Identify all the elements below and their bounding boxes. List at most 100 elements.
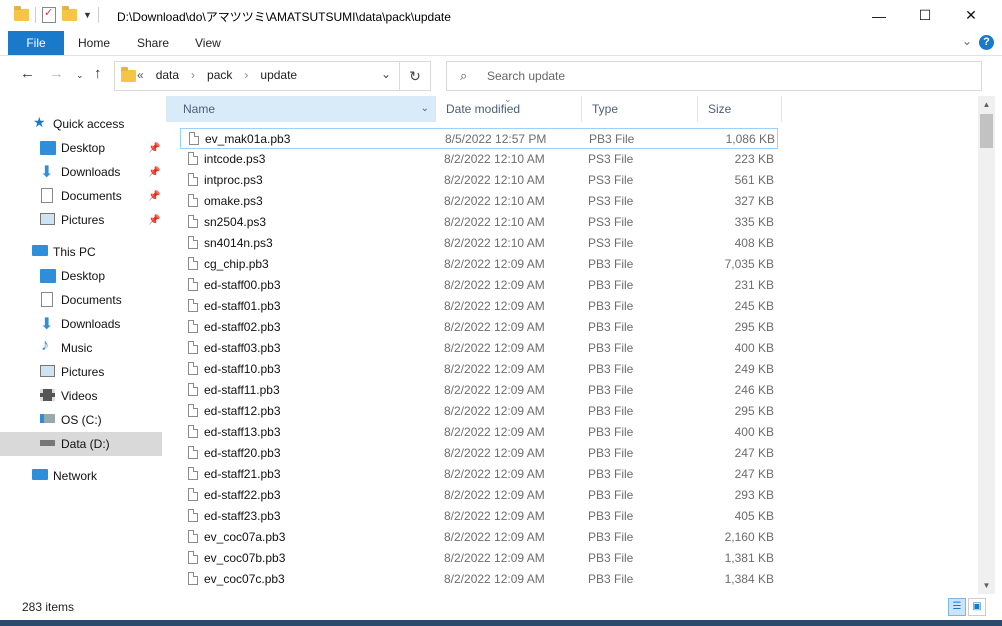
nav-pc-desktop[interactable]: Desktop [0,264,162,288]
file-type: PB3 File [588,278,634,292]
file-type: PB3 File [588,383,634,397]
properties-icon[interactable] [42,6,56,23]
drive-icon [40,414,55,423]
download-icon: ⬇ [40,164,54,181]
file-row[interactable]: ed-staff03.pb3 8/2/2022 12:09 AM PB3 File 4… [180,338,778,359]
forward-icon[interactable]: → [49,65,64,82]
file-type: PS3 File [588,236,634,250]
file-row[interactable]: omake.ps3 8/2/2022 12:10 AM PS3 File 327 KB [180,191,778,212]
breadcrumb-data[interactable]: data [156,68,179,82]
search-input[interactable]: ⌕ Search update [446,61,982,91]
file-row[interactable]: ed-staff13.pb3 8/2/2022 12:09 AM PB3 File 4… [180,422,778,443]
file-size: 245 KB [734,299,774,313]
file-row[interactable]: intcode.ps3 8/2/2022 12:10 AM PS3 File 223 … [180,149,778,170]
chevron-down-icon[interactable]: ⌄ [381,67,391,81]
minimize-button[interactable]: — [856,0,902,31]
nav-quick-downloads[interactable]: ⬇ Downloads 📌 [0,160,162,184]
file-row[interactable]: ev_coc07a.pb3 8/2/2022 12:09 AM PB3 File 2,… [180,527,778,548]
breadcrumb-overflow[interactable]: « [137,68,144,82]
file-row[interactable]: sn4014n.ps3 8/2/2022 12:10 AM PS3 File 408 … [180,233,778,254]
maximize-button[interactable]: ☐ [902,0,948,31]
document-icon [41,188,53,203]
nav-quick-documents[interactable]: Documents 📌 [0,184,162,208]
folder-icon [14,6,29,21]
divider [35,7,36,23]
file-row[interactable]: ed-staff21.pb3 8/2/2022 12:09 AM PB3 File 2… [180,464,778,485]
file-type: PB3 File [588,509,634,523]
nav-pc-videos[interactable]: Videos [0,384,162,408]
chevron-down-icon[interactable]: ⌄ [421,96,429,122]
file-date: 8/2/2022 12:09 AM [444,383,545,397]
nav-pc-os-c[interactable]: OS (C:) [0,408,162,432]
file-icon [188,404,198,417]
nav-pc-downloads[interactable]: ⬇ Downloads [0,312,162,336]
column-header-label: Type [592,102,619,116]
file-date: 8/2/2022 12:09 AM [444,530,545,544]
pin-icon: 📌 [148,190,161,202]
nav-pc-data-d[interactable]: Data (D:) [0,432,162,456]
file-row[interactable]: ed-staff23.pb3 8/2/2022 12:09 AM PB3 File 4… [180,506,778,527]
nav-label: Downloads [61,165,121,179]
details-view-button[interactable]: ☰ [948,598,966,616]
scroll-down-icon[interactable]: ▼ [978,577,995,594]
scrollbar-thumb[interactable] [980,114,993,148]
file-row[interactable]: cg_chip.pb3 8/2/2022 12:09 AM PB3 File 7,03… [180,254,778,275]
file-row[interactable]: ev_coc07b.pb3 8/2/2022 12:09 AM PB3 File 1,… [180,548,778,569]
column-header-size[interactable]: Size [698,96,782,122]
nav-quick-access[interactable]: ★ Quick access [0,112,162,136]
column-header-date[interactable]: Date modified ⌄ [436,94,582,122]
file-row[interactable]: ed-staff22.pb3 8/2/2022 12:09 AM PB3 File 2… [180,485,778,506]
file-type: PB3 File [588,341,634,355]
large-icons-view-button[interactable]: ▣ [968,598,986,616]
breadcrumb-pack[interactable]: pack [207,68,232,82]
breadcrumb-update[interactable]: update [260,68,297,82]
file-type: PB3 File [589,132,635,146]
nav-quick-pictures[interactable]: Pictures 📌 [0,208,162,232]
nav-pc-music[interactable]: ♪ Music [0,336,162,360]
nav-pc-pictures[interactable]: Pictures [0,360,162,384]
customize-quick-access-icon[interactable]: ▼ [83,10,92,20]
back-icon[interactable]: ← [20,65,35,82]
up-icon[interactable]: ↑ [94,65,102,82]
tab-share[interactable]: Share [137,31,169,55]
nav-this-pc[interactable]: This PC [0,240,162,264]
file-size: 295 KB [734,320,774,334]
file-row[interactable]: ed-staff02.pb3 8/2/2022 12:09 AM PB3 File 2… [180,317,778,338]
new-folder-icon[interactable] [62,6,77,21]
tab-home[interactable]: Home [78,31,110,55]
file-row[interactable]: ev_mak01a.pb3 8/5/2022 12:57 PM PB3 File 1,… [180,128,778,149]
file-type: PB3 File [588,257,634,271]
vertical-scrollbar[interactable]: ▲ ▼ [978,96,995,594]
search-placeholder: Search update [487,69,566,83]
file-row[interactable]: ed-staff20.pb3 8/2/2022 12:09 AM PB3 File 2… [180,443,778,464]
file-size: 7,035 KB [724,257,774,271]
tab-view[interactable]: View [195,31,221,55]
file-row[interactable]: ed-staff12.pb3 8/2/2022 12:09 AM PB3 File 2… [180,401,778,422]
file-row[interactable]: ed-staff11.pb3 8/2/2022 12:09 AM PB3 File 2… [180,380,778,401]
file-row[interactable]: intproc.ps3 8/2/2022 12:10 AM PS3 File 561 … [180,170,778,191]
nav-quick-desktop[interactable]: Desktop 📌 [0,136,162,160]
tab-file[interactable]: File [8,31,64,55]
file-row[interactable]: ed-staff00.pb3 8/2/2022 12:09 AM PB3 File 2… [180,275,778,296]
file-row[interactable]: ed-staff10.pb3 8/2/2022 12:09 AM PB3 File 2… [180,359,778,380]
nav-label: Downloads [61,317,121,331]
address-bar[interactable]: « data › pack › update ⌄ [114,61,400,91]
sort-descending-icon: ⌄ [504,94,512,104]
file-row[interactable]: ev_coc07c.pb3 8/2/2022 12:09 AM PB3 File 1,… [180,569,778,590]
column-header-name[interactable]: Name ⌄ [166,96,436,122]
file-date: 8/2/2022 12:09 AM [444,257,545,271]
file-date: 8/2/2022 12:09 AM [444,341,545,355]
file-size: 408 KB [734,236,774,250]
nav-pc-documents[interactable]: Documents [0,288,162,312]
file-size: 1,086 KB [725,132,775,146]
file-row[interactable]: sn2504.ps3 8/2/2022 12:10 AM PS3 File 335 K… [180,212,778,233]
expand-ribbon-icon[interactable]: ⌄ [962,34,972,48]
recent-locations-icon[interactable]: ⌄ [76,70,84,81]
nav-network[interactable]: Network [0,464,162,488]
refresh-button[interactable]: ↻ [399,61,431,91]
column-header-type[interactable]: Type [582,96,698,122]
help-icon[interactable]: ? [979,35,994,50]
file-row[interactable]: ed-staff01.pb3 8/2/2022 12:09 AM PB3 File 2… [180,296,778,317]
scroll-up-icon[interactable]: ▲ [978,96,995,113]
close-button[interactable]: ✕ [948,0,994,31]
